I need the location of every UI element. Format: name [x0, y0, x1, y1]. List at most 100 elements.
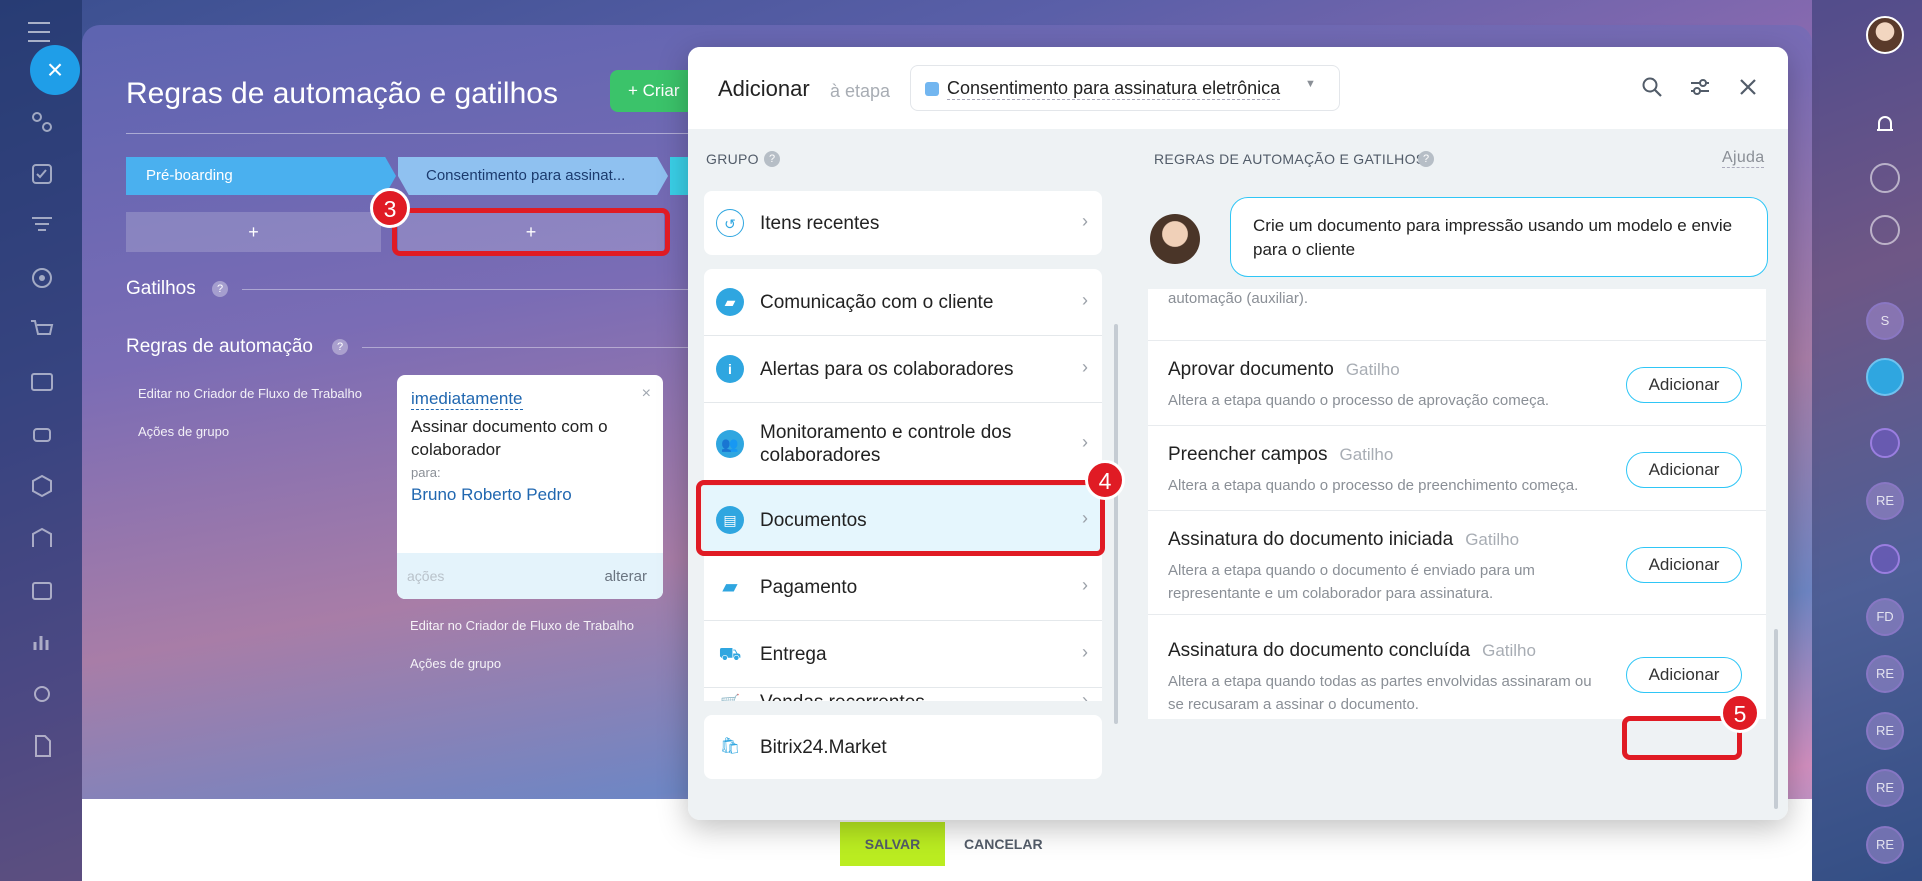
sync-icon[interactable] — [1870, 215, 1900, 245]
bookmark-icon[interactable] — [1866, 358, 1904, 396]
copilot-icon[interactable] — [1870, 544, 1900, 574]
rule-timing-link[interactable]: imediatamente — [411, 389, 523, 410]
target-icon[interactable] — [28, 264, 56, 292]
sliders-icon[interactable] — [1688, 75, 1712, 99]
edit-workflow-link[interactable]: Editar no Criador de Fluxo de Trabalho — [410, 618, 634, 633]
chevron-down-icon: ▼ — [1305, 78, 1316, 90]
rule-change-link[interactable]: alterar — [604, 568, 647, 585]
rules-heading: REGRAS DE AUTOMAÇÃO E GATILHOS — [1154, 151, 1426, 167]
help-icon[interactable]: ? — [764, 151, 780, 167]
trigger-title: Preencher campos — [1168, 444, 1328, 465]
chevron-right-icon: › — [1082, 290, 1088, 310]
rail-contact[interactable]: S — [1866, 302, 1904, 340]
add-trigger-button[interactable]: Adicionar — [1626, 547, 1742, 583]
flow-icon[interactable] — [28, 108, 56, 136]
group-item-payment[interactable]: ▰ Pagamento › — [704, 554, 1102, 620]
trigger-name: Assinatura do documento concluída Gatilho — [1168, 640, 1536, 662]
add-rule-button[interactable]: + — [126, 212, 381, 252]
calendar-icon[interactable] — [28, 576, 56, 604]
group-item-recent[interactable]: ↺ Itens recentes › — [704, 191, 1102, 255]
rule-assignee-link[interactable]: Bruno Roberto Pedro — [411, 485, 572, 505]
tasks-icon[interactable] — [28, 160, 56, 188]
menu-icon[interactable] — [28, 22, 50, 42]
group-item-employee-alerts[interactable]: i Alertas para os colaboradores › — [704, 336, 1102, 402]
filter-icon[interactable] — [28, 212, 56, 240]
group-item-label: Monitoramento e controle dos colaborador… — [760, 422, 1012, 466]
group-item-recurring-sales[interactable]: 🛒 Vendas recorrentes › — [704, 688, 1102, 701]
trigger-item: Assinatura do documento iniciada Gatilho … — [1148, 511, 1766, 615]
edit-workflow-link[interactable]: Editar no Criador de Fluxo de Trabalho — [138, 386, 362, 401]
add-trigger-button[interactable]: Adicionar — [1626, 657, 1742, 693]
group-actions-link[interactable]: Ações de grupo — [138, 424, 229, 439]
user-avatar[interactable] — [1866, 16, 1904, 54]
file-icon[interactable] — [28, 732, 56, 760]
cancel-button[interactable]: CANCELAR — [964, 822, 1054, 866]
cart-icon[interactable] — [28, 316, 56, 344]
help-icon[interactable]: ? — [1418, 151, 1434, 167]
rail-contact[interactable]: RE — [1866, 769, 1904, 807]
history-icon: ↺ — [716, 209, 744, 237]
group-actions-link[interactable]: Ações de grupo — [410, 656, 501, 671]
trigger-name: Assinatura do documento iniciada Gatilho — [1168, 529, 1519, 551]
close-slider-button[interactable]: × — [30, 45, 80, 95]
stage-consent[interactable]: Consentimento para assinat... — [398, 157, 668, 195]
callout-box — [392, 208, 670, 256]
dialog-title: Adicionar — [718, 76, 810, 101]
close-icon[interactable] — [1736, 75, 1760, 99]
group-item-employee-monitoring[interactable]: 👥 Monitoramento e controle dos colaborad… — [704, 403, 1102, 485]
triggers-scrollbar[interactable] — [1774, 629, 1778, 809]
help-link[interactable]: Ajuda — [1722, 149, 1765, 168]
callout-badge: 5 — [1720, 693, 1760, 733]
card-icon[interactable] — [28, 368, 56, 396]
help-icon[interactable]: ? — [332, 339, 348, 355]
add-trigger-button[interactable]: Adicionar — [1626, 367, 1742, 403]
group-column: GRUPO ? ↺ Itens recentes › ▰ Comunicação… — [688, 129, 1130, 820]
settings-icon[interactable] — [28, 680, 56, 708]
building-icon[interactable] — [28, 524, 56, 552]
rail-contact[interactable]: RE — [1866, 826, 1904, 864]
callout-box — [696, 480, 1105, 556]
hint-bubble: Crie um documento para impressão usando … — [1230, 197, 1768, 277]
rule-actions-link[interactable]: ações — [407, 568, 444, 584]
close-icon[interactable]: × — [642, 385, 651, 403]
callout-badge: 3 — [370, 188, 410, 228]
chart-icon[interactable] — [28, 628, 56, 656]
section-divider — [362, 347, 702, 348]
target-icon[interactable] — [1870, 163, 1900, 193]
group-scrollbar[interactable] — [1114, 324, 1118, 724]
group-item-market[interactable]: 🛍 Bitrix24.Market — [704, 715, 1102, 779]
market-icon: 🛍 — [716, 733, 744, 761]
trigger-tag: Gatilho — [1465, 530, 1520, 549]
group-item-label: Bitrix24.Market — [760, 737, 887, 758]
title-divider — [126, 133, 706, 134]
group-item-label: Pagamento — [760, 577, 858, 598]
stage-preboarding[interactable]: Pré-boarding — [126, 157, 396, 195]
trigger-description: automação (auxiliar). — [1168, 290, 1309, 307]
rail-contact[interactable]: FD — [1866, 598, 1904, 636]
trigger-name: Aprovar documento Gatilho — [1168, 359, 1400, 381]
robot-icon[interactable] — [28, 420, 56, 448]
wallet-icon: ▰ — [716, 573, 744, 601]
trigger-item-partial: automação (auxiliar). — [1148, 289, 1766, 341]
copilot-icon[interactable] — [1870, 428, 1900, 458]
group-item-delivery[interactable]: ⛟ Entrega › — [704, 621, 1102, 687]
trigger-description: Altera a etapa quando todas as partes en… — [1168, 673, 1592, 713]
group-item-label: Comunicação com o cliente — [760, 292, 994, 313]
add-trigger-button[interactable]: Adicionar — [1626, 452, 1742, 488]
rail-contact[interactable]: RE — [1866, 712, 1904, 750]
chevron-right-icon: › — [1082, 432, 1088, 452]
group-item-label: Vendas recorrentes — [760, 691, 925, 701]
help-icon[interactable]: ? — [212, 281, 228, 297]
rules-section-label: Regras de automação — [126, 336, 313, 357]
box-icon[interactable] — [28, 472, 56, 500]
trigger-item: Assinatura do documento concluída Gatilho… — [1148, 615, 1766, 719]
bell-icon[interactable] — [1870, 110, 1900, 140]
search-icon[interactable] — [1640, 75, 1664, 99]
rule-card[interactable]: imediatamente × Assinar documento com o … — [397, 375, 663, 599]
save-button[interactable]: SALVAR — [840, 822, 945, 866]
group-item-label: Itens recentes — [760, 213, 880, 234]
stage-selector[interactable]: Consentimento para assinatura eletrônica… — [910, 65, 1340, 111]
rail-contact[interactable]: RE — [1866, 482, 1904, 520]
group-item-client-communication[interactable]: ▰ Comunicação com o cliente › — [704, 269, 1102, 335]
rail-contact[interactable]: RE — [1866, 655, 1904, 693]
